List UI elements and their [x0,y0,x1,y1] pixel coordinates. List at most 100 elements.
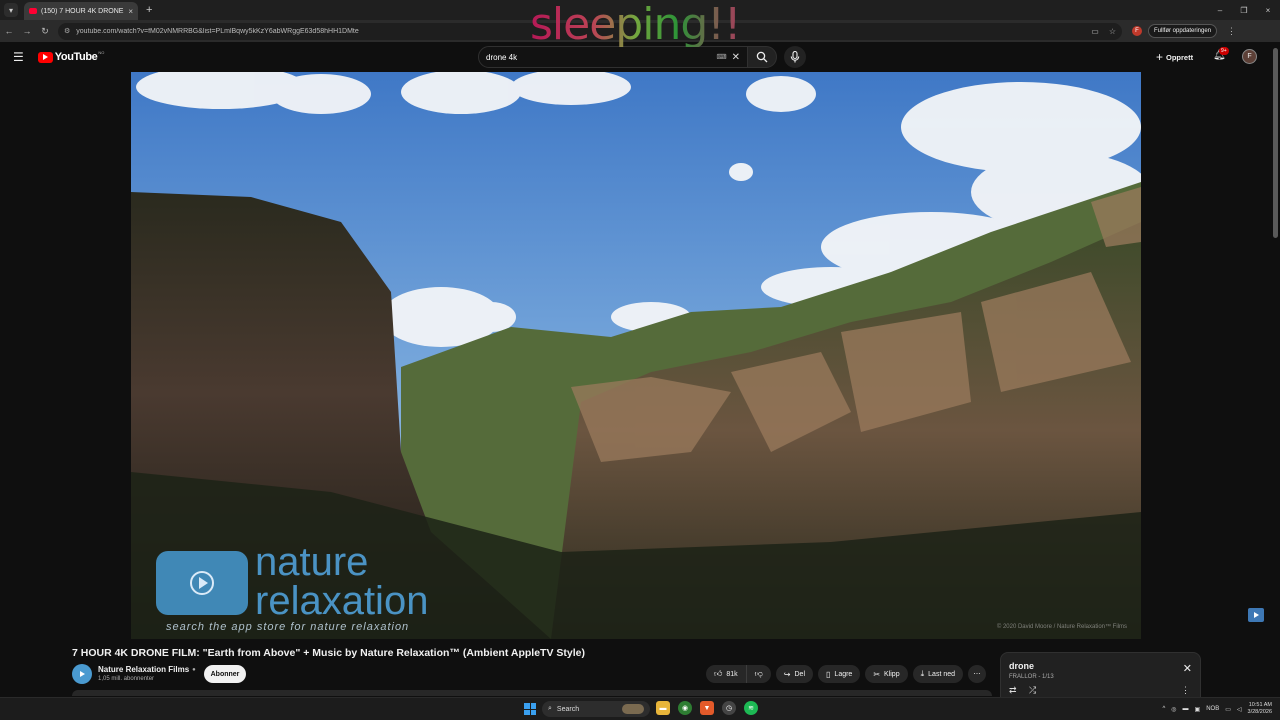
youtube-play-logo-icon [37,51,53,63]
finish-update-button[interactable]: Fullfør oppdateringen [1148,24,1218,38]
volume-icon[interactable]: ◁ [1237,706,1242,713]
watermark-play-icon [190,571,214,595]
search-icon [756,51,768,63]
like-count: 81k [726,670,738,678]
share-label: Del [794,670,806,678]
create-button[interactable]: + Opprett [1156,50,1193,64]
youtube-wordmark: YouTube [54,51,98,63]
browser-menu-icon[interactable]: ⋮ [1227,26,1236,37]
watermark-logo [156,551,248,615]
window-controls: – ❐ × [1208,0,1280,20]
miniplayer-icon[interactable] [1248,608,1264,622]
tab-search-menu-button[interactable]: ▾ [4,3,18,17]
bookmark-star-icon[interactable]: ☆ [1109,27,1116,36]
region-code: NO [98,49,105,55]
chrome-icon[interactable]: ◉ [678,701,692,715]
youtube-logo[interactable]: YouTube NO [37,49,105,63]
taskbar-search[interactable]: ⌕ Search [542,701,650,717]
thumbs-down-icon: 👎︎ [754,669,763,678]
overlay-text: sleeping!! [530,0,742,50]
save-button[interactable]: ▯ Lagre [818,665,861,683]
site-info-icon[interactable]: ⚙ [64,27,70,35]
like-button[interactable]: 👍︎ 81k [706,665,747,683]
subscribe-button[interactable]: Abonner [204,665,246,683]
clip-label: Klipp [884,670,900,678]
share-arrow-icon: ↪ [783,669,791,679]
share-button[interactable]: ↪ Del [775,665,814,683]
youtube-favicon-icon [29,8,37,14]
taskbar-apps: ▬ ◉ ▼ ◷ ≋ [656,701,758,715]
subscriber-count: 1,05 mill. abonnenter [98,676,155,682]
reload-icon[interactable]: ↻ [36,26,54,37]
save-label: Lagre [834,670,853,678]
file-explorer-icon[interactable]: ▬ [656,701,670,715]
clock-date: 3/28/2026 [1247,709,1272,715]
plus-icon: + [1156,50,1164,64]
minimize-button[interactable]: – [1208,6,1232,15]
account-avatar[interactable]: F [1242,49,1257,64]
system-tray: ^ ◎ ▬ ▣ NOB ▭ ◁ 10:51 AM 3/28/2026 [1162,700,1272,718]
new-tab-button[interactable]: + [146,4,152,16]
playlist-more-icon[interactable]: ⋮ [1181,685,1190,696]
close-playlist-icon[interactable]: ✕ [1183,662,1192,675]
search-highlight-image [622,704,644,714]
video-actions: 👍︎ 81k 👎︎ ↪ Del ▯ Lagre ✂ Klipp ⤓ Last n… [706,665,987,683]
search-button[interactable] [747,46,777,68]
search-query: drone 4k [486,52,518,62]
tab-close-button[interactable]: × [128,7,133,16]
forward-arrow-icon[interactable]: → [18,26,36,36]
channel-name[interactable]: Nature Relaxation Films [98,665,189,674]
windows-start-icon[interactable] [524,703,536,715]
dislike-button[interactable]: 👎︎ [746,665,771,683]
browser-tab-active[interactable]: (150) 7 HOUR 4K DRONE FILM × [24,2,138,20]
taskbar-search-label: Search [556,705,580,713]
back-arrow-icon[interactable]: ← [0,26,18,36]
voice-search-button[interactable] [784,46,806,68]
tab-title: (150) 7 HOUR 4K DRONE FILM [41,7,125,15]
description-box[interactable] [72,690,992,696]
loop-playlist-icon[interactable]: ⇄ [1009,685,1017,696]
tray-chevron-up-icon[interactable]: ^ [1162,706,1165,712]
download-label: Last ned [928,670,956,678]
shuffle-icon[interactable]: ⤮ [1029,685,1036,696]
close-window-button[interactable]: × [1256,6,1280,15]
spotify-icon[interactable]: ≋ [744,701,758,715]
hamburger-menu-icon[interactable]: ☰ [13,50,24,64]
playlist-title[interactable]: drone [1009,661,1034,671]
keyboard-icon[interactable]: ⌨ [717,53,727,61]
scissors-icon: ✂ [873,669,881,679]
video-player[interactable]: nature relaxation search the app store f… [131,72,1141,639]
cast-icon[interactable]: ▭ [1091,27,1099,36]
taskbar-search-icon: ⌕ [548,705,552,712]
video-copyright: © 2020 David Moore / Nature Relaxation™ … [996,624,1127,630]
restore-button[interactable]: ❐ [1232,6,1256,15]
brave-icon[interactable]: ▼ [700,701,714,715]
download-button[interactable]: ⤓ Last ned [912,665,964,683]
thumbs-up-icon: 👍︎ [714,669,723,678]
page-scrollbar[interactable] [1273,48,1278,238]
clock-app-icon[interactable]: ◷ [722,701,736,715]
notification-badge: 9+ [1219,47,1229,55]
download-icon: ⤓ [920,669,925,678]
taskbar-clock[interactable]: 10:51 AM 3/28/2026 [1248,702,1272,715]
clear-search-icon[interactable]: ✕ [732,52,740,63]
tray-app-icon[interactable]: ◎ [1171,706,1176,713]
clock-time: 10:51 AM [1248,702,1272,709]
tray-app-2-icon[interactable]: ▣ [1195,706,1201,713]
network-icon[interactable]: ▭ [1225,706,1231,713]
notifications-button[interactable]: 🔔︎ 9+ [1213,47,1229,61]
microphone-icon [790,51,800,63]
browser-profile-icon[interactable]: F [1132,26,1142,36]
clip-button[interactable]: ✂ Klipp [865,665,908,683]
watermark-text-relaxation: relaxation [255,579,429,623]
playlist-subtitle: FRALLOR - 1/13 [1009,674,1054,680]
channel-avatar[interactable] [72,664,92,684]
tray-flag-icon[interactable]: ▬ [1183,706,1189,712]
verified-icon: ● [192,666,196,673]
more-horizontal-icon: ⋯ [973,671,981,678]
language-indicator[interactable]: NOB [1206,706,1219,712]
channel-name-row[interactable]: Nature Relaxation Films ● [98,665,196,674]
windows-taskbar: ⌕ Search ▬ ◉ ▼ ◷ ≋ ^ ◎ ▬ ▣ NOB ▭ ◁ 10:51… [0,697,1280,720]
like-dislike-group: 👍︎ 81k 👎︎ [706,665,771,683]
more-actions-button[interactable]: ⋯ [968,665,987,683]
